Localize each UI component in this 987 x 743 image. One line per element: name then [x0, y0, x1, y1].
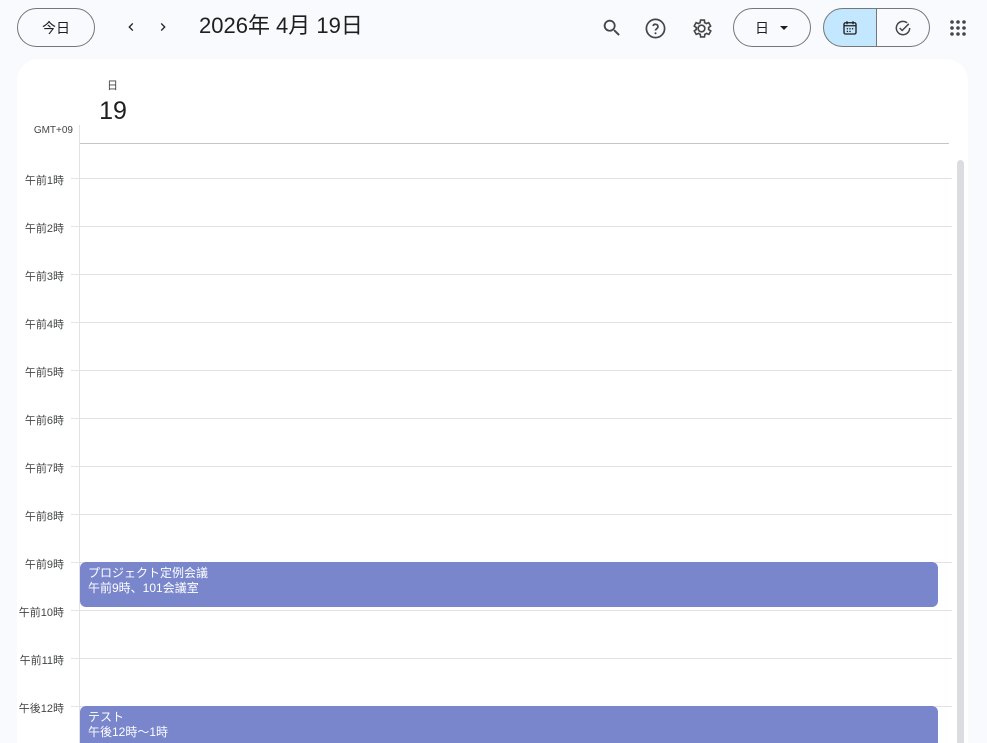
- event-detail: 午後12時～1時: [88, 725, 169, 739]
- hour-label: 午前8時: [24, 511, 64, 523]
- hour-line: [71, 658, 952, 659]
- hour-line: [71, 322, 952, 323]
- apps-grid-icon: [950, 20, 966, 36]
- time-grid[interactable]: 午前1時 午前2時 午前3時 午前4時 午前5時 午前6時 午前7時 午前8時 …: [17, 144, 957, 743]
- event-card[interactable]: テスト 午後12時～1時: [80, 706, 938, 743]
- hour-line: [71, 610, 952, 611]
- day-number[interactable]: 19: [98, 97, 128, 126]
- hour-row: 午前3時: [17, 240, 952, 288]
- hour-label: 午前11時: [19, 655, 64, 667]
- timezone-label: GMT+09: [33, 125, 73, 136]
- previous-day-button[interactable]: [116, 12, 146, 42]
- hour-row: 午前5時: [17, 336, 952, 384]
- view-select-dropdown[interactable]: 日: [733, 8, 811, 47]
- hour-label: 午前3時: [24, 271, 64, 283]
- tasks-view-toggle[interactable]: [876, 8, 930, 47]
- hour-row: 午前6時: [17, 384, 952, 432]
- hour-label: 午前7時: [24, 463, 64, 475]
- weekday-label: 日: [107, 80, 118, 92]
- top-bar: 今日 2026年 4月 19日 日: [0, 0, 987, 56]
- next-day-button[interactable]: [148, 12, 178, 42]
- search-button[interactable]: [595, 11, 629, 45]
- hour-line: [71, 370, 952, 371]
- hour-line: [71, 514, 952, 515]
- apps-button[interactable]: [941, 11, 975, 45]
- today-button[interactable]: 今日: [17, 8, 95, 47]
- hour-row: 午前1時: [17, 144, 952, 192]
- hour-label: 午後12時: [18, 703, 64, 715]
- event-title: テスト: [88, 710, 125, 724]
- view-select-label: 日: [755, 19, 769, 36]
- gear-icon: [692, 18, 712, 38]
- hour-row: 午前2時: [17, 192, 952, 240]
- event-detail: 午前9時、101会議室: [88, 581, 199, 595]
- event-card[interactable]: プロジェクト定例会議 午前9時、101会議室: [80, 562, 938, 607]
- hour-line: [71, 178, 952, 179]
- help-icon: [645, 18, 665, 38]
- hour-row: 午前11時: [17, 624, 952, 672]
- calendar-view-toggle[interactable]: [823, 8, 877, 47]
- hour-label: 午前4時: [24, 319, 64, 331]
- event-title: プロジェクト定例会議: [88, 566, 209, 580]
- hour-row: 午前7時: [17, 432, 952, 480]
- task-check-icon: [895, 20, 910, 35]
- hour-line: [71, 274, 952, 275]
- day-view-panel: 日 19 GMT+09 午前1時 午前2時 午前3時 午前4時 午前5時 午前6…: [17, 59, 968, 743]
- chevron-left-icon: [128, 23, 134, 31]
- dropdown-arrow-icon: [780, 25, 788, 30]
- hour-line: [71, 418, 952, 419]
- calendar-icon: [843, 20, 857, 35]
- hour-label: 午前6時: [24, 415, 64, 427]
- hour-line: [71, 466, 952, 467]
- scrollbar[interactable]: [957, 160, 964, 743]
- chevron-right-icon: [160, 23, 166, 31]
- help-button[interactable]: [638, 11, 672, 45]
- hour-label: 午前2時: [24, 223, 64, 235]
- hour-label: 午前5時: [24, 367, 64, 379]
- hour-label: 午前9時: [24, 559, 64, 571]
- hour-line: [71, 226, 952, 227]
- settings-button[interactable]: [684, 11, 718, 45]
- hour-label: 午前1時: [24, 175, 64, 187]
- hour-row: 午前8時: [17, 480, 952, 528]
- hour-label: 午前10時: [18, 607, 64, 619]
- hour-row: 午前4時: [17, 288, 952, 336]
- current-date-title: 2026年 4月 19日: [199, 13, 363, 38]
- search-icon: [603, 19, 620, 36]
